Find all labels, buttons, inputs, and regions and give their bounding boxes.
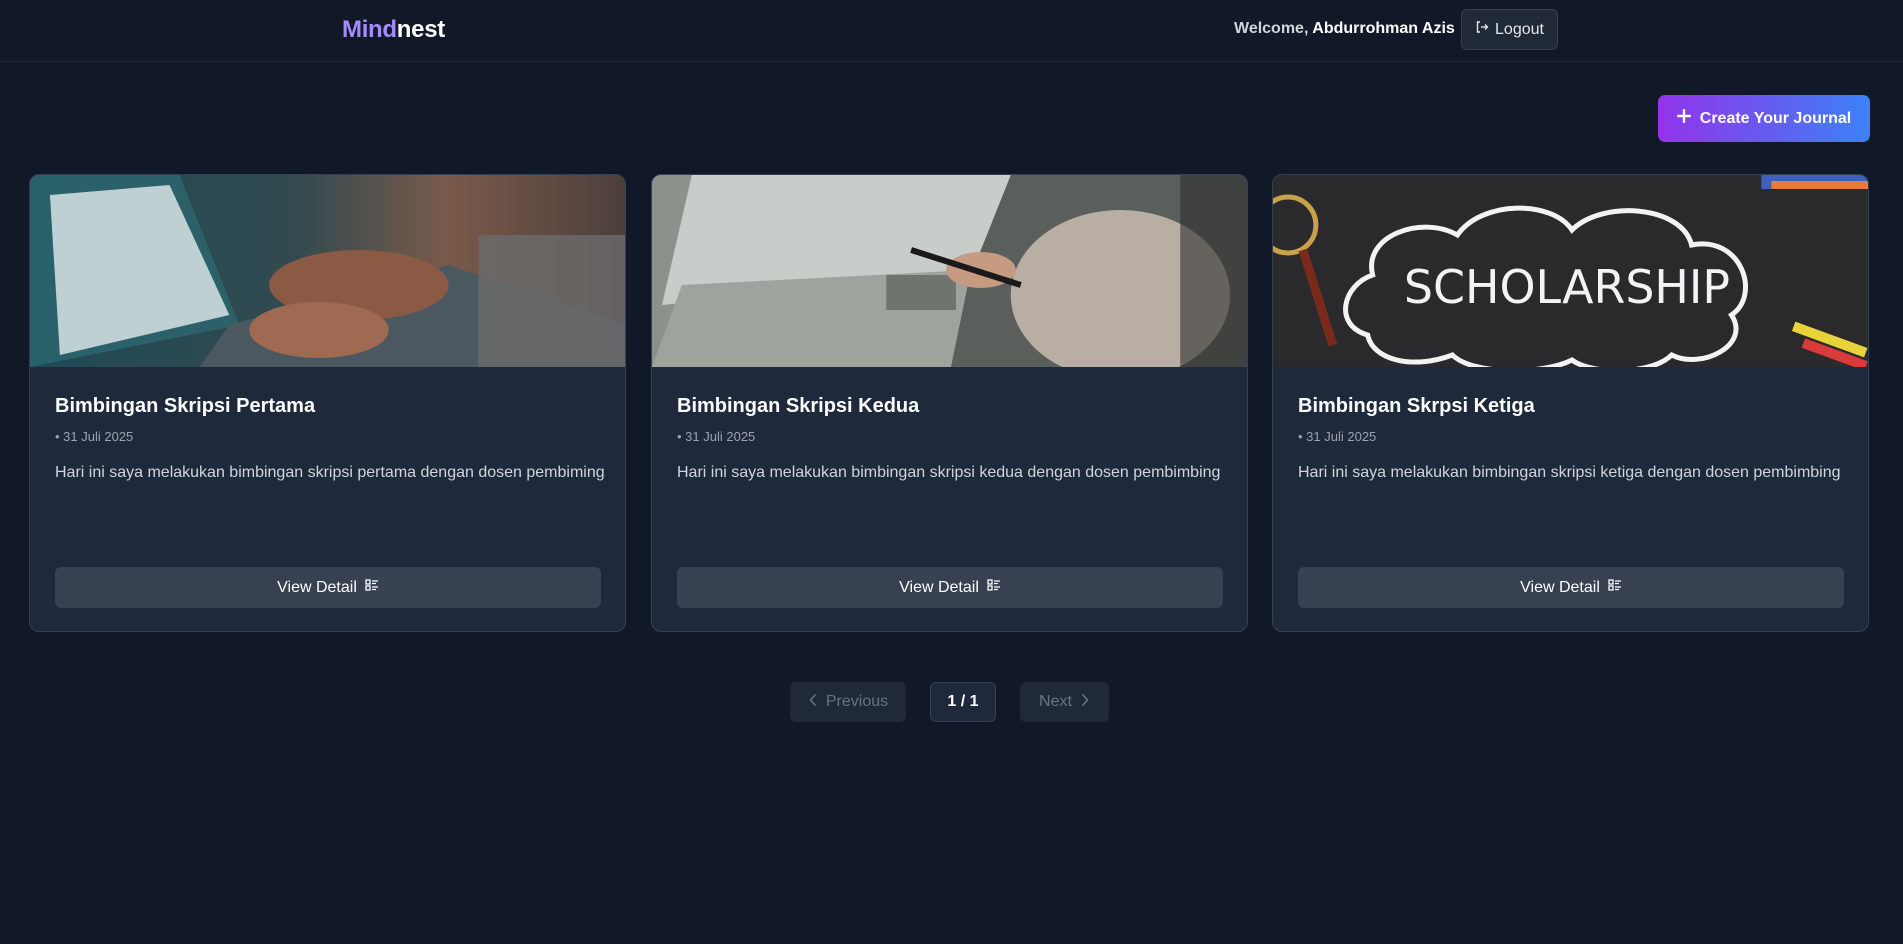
journal-date: • 31 Juli 2025 [677, 429, 756, 444]
welcome-message: Welcome, Abdurrohman Azis [1234, 20, 1455, 38]
journal-description: Hari ini saya melakukan bimbingan skrips… [677, 464, 1221, 481]
view-detail-label: View Detail [1520, 578, 1600, 596]
journal-image-laptop-typing [30, 175, 625, 367]
list-detail-icon [987, 578, 1001, 597]
top-navbar: Mindnest Welcome, Abdurrohman Azis Logou… [0, 0, 1903, 62]
journal-description: Hari ini saya melakukan bimbingan skrips… [55, 464, 605, 481]
brand-logo-part2: nest [396, 16, 445, 43]
journal-title: Bimbingan Skripsi Pertama [55, 395, 316, 417]
create-journal-label: Create Your Journal [1699, 109, 1852, 127]
brand-logo[interactable]: Mindnest [342, 16, 445, 44]
journal-card: Bimbingan Skripsi Pertama • 31 Juli 2025… [29, 174, 626, 632]
brand-logo-part1: Mind [342, 16, 397, 43]
view-detail-button[interactable]: View Detail [55, 567, 601, 608]
user-name: Abdurrohman Azis [1312, 20, 1455, 37]
list-detail-icon [365, 578, 379, 597]
welcome-prefix: Welcome, [1234, 20, 1309, 37]
journal-date: • 31 Juli 2025 [1298, 429, 1377, 444]
journal-image-scholarship: SCHOLARSHIP [1273, 175, 1868, 367]
logout-label: Logout [1495, 20, 1544, 38]
view-detail-button[interactable]: View Detail [677, 567, 1223, 608]
pagination-next-label: Next [1039, 693, 1072, 710]
pagination-previous-button[interactable]: Previous [790, 682, 906, 722]
journal-description: Hari ini saya melakukan bimbingan skrips… [1298, 464, 1841, 481]
logout-icon [1475, 20, 1489, 39]
pagination-next-button[interactable]: Next [1020, 682, 1109, 722]
journal-card: Bimbingan Skripsi Kedua • 31 Juli 2025 H… [651, 174, 1248, 632]
create-journal-button[interactable]: Create Your Journal [1658, 95, 1870, 142]
scholarship-image-text: SCHOLARSHIP [1404, 260, 1730, 314]
pagination-current-page: 1 / 1 [930, 682, 996, 722]
chevron-left-icon [808, 693, 818, 712]
chevron-right-icon [1080, 693, 1090, 712]
view-detail-label: View Detail [277, 578, 357, 596]
plus-icon [1676, 108, 1691, 128]
journal-title: Bimbingan Skripsi Kedua [677, 395, 920, 417]
journal-title: Bimbingan Skrpsi Ketiga [1298, 395, 1535, 417]
view-detail-label: View Detail [899, 578, 979, 596]
view-detail-button[interactable]: View Detail [1298, 567, 1844, 608]
pagination-previous-label: Previous [825, 693, 889, 710]
journal-date: • 31 Juli 2025 [55, 429, 134, 444]
logout-button[interactable]: Logout [1461, 9, 1558, 50]
list-detail-icon [1608, 578, 1622, 597]
journal-image-laptop-pen [652, 175, 1247, 367]
journal-card: SCHOLARSHIP Bimbingan Skrpsi Ketiga • 31… [1272, 174, 1869, 632]
